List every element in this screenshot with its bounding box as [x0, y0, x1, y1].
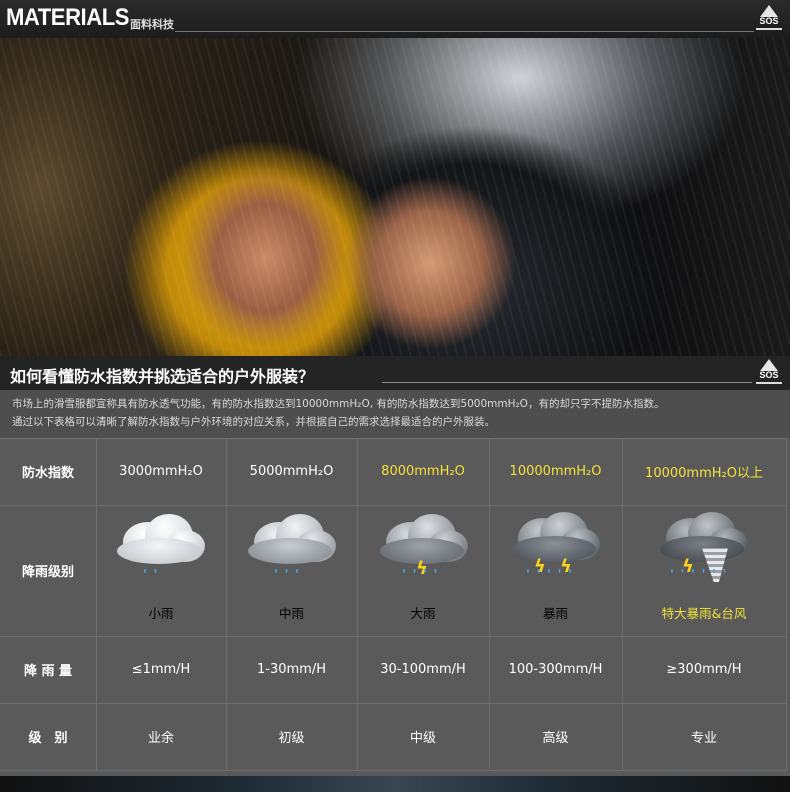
heavy-rain-icon: ϟ ' ' ' '	[376, 512, 472, 588]
question-bar: 如何看懂防水指数并挑选适合的户外服装？ SOS	[0, 356, 790, 390]
amount-cell: 1-30mm/H	[257, 662, 326, 677]
row-label-amount: 降 雨 量	[23, 664, 73, 679]
amount-cell: ≤1mm/H	[131, 662, 191, 677]
question-rule	[382, 382, 752, 383]
hero-photo	[0, 38, 790, 356]
index-cell: 10000mmH₂O	[509, 464, 602, 479]
intro-line-2: 通过以下表格可以清晰了解防水指数与户外环境的对应关系，并根据自己的需求选择最适合…	[12, 416, 495, 428]
sos-logo-icon: SOS	[754, 359, 784, 387]
index-cell: 10000mmH₂O以上	[645, 466, 763, 481]
intro-text: 市场上的滑雪服都宣称具有防水透气功能，有的防水指数达到10000mmH₂O, 有…	[0, 390, 790, 438]
moderate-rain-icon: ' ' '	[244, 512, 340, 588]
amount-cell: 30-100mm/H	[380, 662, 466, 677]
index-cell: 3000mmH₂O	[119, 464, 203, 479]
brand-subtitle: 面料科技	[130, 18, 174, 31]
rain-level-label: 特大暴雨&台风	[661, 606, 747, 621]
row-label-index: 防水指数	[21, 466, 74, 481]
grade-cell: 高级	[542, 731, 569, 746]
rain-level-label: 暴雨	[542, 606, 568, 621]
typhoon-icon: ϟ ' ' ' ' ' '	[656, 512, 752, 588]
amount-cell: ≥300mm/H	[666, 662, 742, 677]
grade-cell: 业余	[147, 731, 174, 746]
rain-level-label: 大雨	[410, 606, 436, 621]
rain-level-label: 中雨	[278, 606, 304, 621]
index-cell: 5000mmH₂O	[249, 464, 334, 479]
row-label-grade: 级 别	[28, 731, 68, 746]
row-label-level: 降雨级别	[21, 565, 74, 580]
index-cell: 8000mmH₂O	[381, 464, 465, 479]
intro-line-1: 市场上的滑雪服都宣称具有防水透气功能，有的防水指数达到10000mmH₂O, 有…	[12, 398, 665, 410]
grade-cell: 专业	[690, 731, 717, 746]
brand-title: MATERIALS	[6, 4, 130, 31]
light-rain-icon: ' '	[113, 512, 209, 588]
grade-cell: 中级	[409, 731, 436, 746]
header-bar: MATERIALS 面料科技 SOS	[0, 0, 790, 38]
sos-logo-icon: SOS	[754, 5, 784, 33]
rain-level-label: 小雨	[148, 606, 174, 621]
rainstorm-icon: ϟ ϟ ' ' ' ' '	[508, 512, 604, 588]
header-rule	[175, 31, 754, 32]
footer-strip	[0, 776, 790, 792]
question-title: 如何看懂防水指数并挑选适合的户外服装？	[10, 367, 315, 386]
grade-cell: 初级	[278, 731, 305, 746]
amount-cell: 100-300mm/H	[508, 662, 603, 677]
